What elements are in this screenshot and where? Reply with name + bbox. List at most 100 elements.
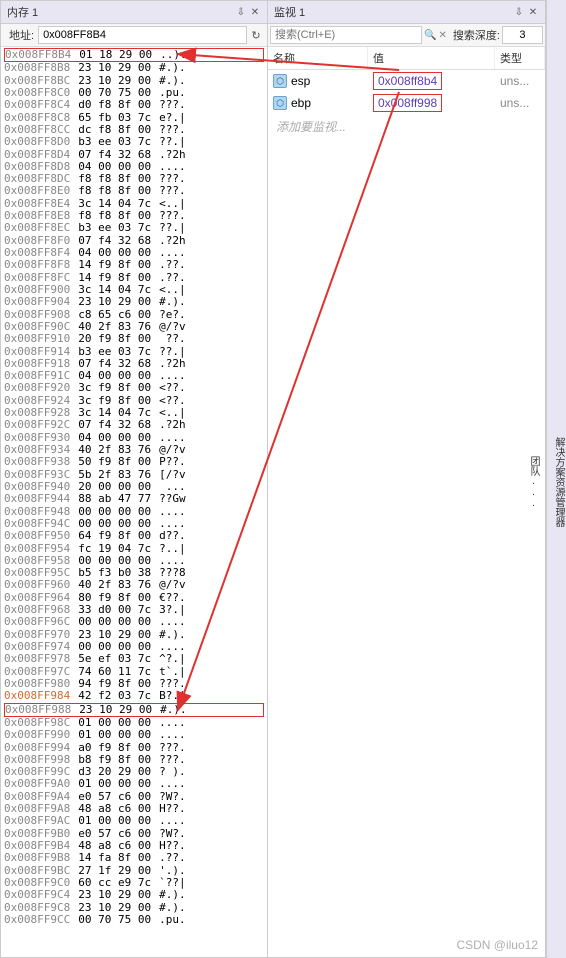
memory-ascii: ??.: [159, 333, 186, 345]
memory-address: 0x008FF8E0: [4, 185, 70, 197]
memory-ascii: .?2h: [159, 149, 186, 161]
memory-row[interactable]: 0x008FF91020 f9 8f 00 ??.: [4, 333, 264, 345]
watch-value: 0x008ff998: [373, 94, 442, 112]
memory-ascii: .??.: [159, 852, 186, 864]
memory-bytes: 01 00 00 00: [78, 815, 151, 827]
close-icon[interactable]: ✕: [527, 6, 539, 18]
memory-address: 0x008FF950: [4, 530, 70, 542]
memory-row[interactable]: 0x008FF9203c f9 8f 00<??.: [4, 382, 264, 394]
memory-panel: 内存 1 ⇩ ✕ 地址: ↻ 0x008FF8B401 18 29 00..).…: [0, 0, 268, 958]
depth-label: 搜索深度:: [449, 27, 500, 43]
memory-ascii: #.).: [159, 62, 186, 74]
col-header-value[interactable]: 值: [368, 47, 495, 69]
watch-search-input[interactable]: [270, 26, 422, 44]
memory-row[interactable]: 0x008FF95064 f9 8f 00d??.: [4, 530, 264, 542]
memory-row[interactable]: 0x008FF96C00 00 00 00....: [4, 616, 264, 628]
close-icon[interactable]: ✕: [249, 6, 261, 18]
memory-row[interactable]: 0x008FF8B401 18 29 00..).: [4, 48, 264, 62]
memory-row[interactable]: 0x008FF8B823 10 29 00#.).: [4, 62, 264, 74]
memory-address: 0x008FF938: [4, 456, 70, 468]
memory-row[interactable]: 0x008FF92C07 f4 32 68.?2h: [4, 419, 264, 431]
memory-address: 0x008FF8C4: [4, 99, 70, 111]
memory-row[interactable]: 0x008FF90423 10 29 00#.).: [4, 296, 264, 308]
memory-ascii: ?..|: [159, 543, 186, 555]
memory-row[interactable]: 0x008FF9CC00 70 75 00.pu.: [4, 914, 264, 926]
memory-ascii: .??.: [159, 259, 186, 271]
memory-row[interactable]: 0x008FF93850 f9 8f 00P??.: [4, 456, 264, 468]
memory-bytes: 88 ab 47 77: [78, 493, 151, 505]
refresh-icon[interactable]: ↻: [247, 29, 265, 42]
memory-row[interactable]: 0x008FF96040 2f 83 76@/?v: [4, 579, 264, 591]
side-tab-team[interactable]: 团队...: [526, 456, 541, 509]
memory-address: 0x008FF920: [4, 382, 70, 394]
memory-row[interactable]: 0x008FF98442 f2 03 7cB?.|: [4, 690, 264, 702]
memory-bytes: 01 18 29 00: [79, 49, 152, 61]
memory-ascii: ??Gw: [159, 493, 186, 505]
watch-rows: ⬡esp0x008ff8b4uns...⬡ebp0x008ff998uns...…: [268, 70, 545, 139]
memory-ascii: ....: [159, 778, 186, 790]
memory-panel-titlebar[interactable]: 内存 1 ⇩ ✕: [1, 1, 267, 24]
memory-row[interactable]: 0x008FF8E0f8 f8 8f 00???.: [4, 185, 264, 197]
memory-row[interactable]: 0x008FF8C4d0 f8 8f 00???.: [4, 99, 264, 111]
memory-row[interactable]: 0x008FF8D4 07 f4 32 68 .?2h: [4, 149, 264, 161]
watch-type: uns...: [495, 72, 545, 90]
pin-icon[interactable]: ⇩: [513, 6, 525, 18]
memory-bytes: 00 00 00 00: [78, 616, 151, 628]
search-icon[interactable]: 🔍: [424, 30, 436, 41]
memory-address: 0x008FF8D4: [4, 149, 70, 161]
memory-ascii: #.).: [160, 704, 187, 716]
memory-row[interactable]: 0x008FF9C423 10 29 00#.).: [4, 889, 264, 901]
watch-column-headers: 名称 值 类型: [268, 47, 545, 70]
depth-input[interactable]: [502, 26, 543, 44]
memory-ascii: B?.|: [159, 690, 186, 702]
memory-panel-title: 内存 1: [7, 4, 38, 20]
watch-name: esp: [291, 74, 310, 88]
memory-row[interactable]: 0x008FF8ECb3 ee 03 7c??.|: [4, 222, 264, 234]
memory-row[interactable]: 0x008FF99001 00 00 00....: [4, 729, 264, 741]
clear-icon[interactable]: ✕: [438, 30, 446, 41]
col-header-name[interactable]: 名称: [268, 47, 368, 69]
memory-row[interactable]: 0x008FF914b3 ee 03 7c??.|: [4, 346, 264, 358]
memory-row[interactable]: 0x008FF9785e ef 03 7c^?.|: [4, 653, 264, 665]
memory-bytes: b3 ee 03 7c: [78, 222, 151, 234]
memory-address: 0x008FF9AC: [4, 815, 70, 827]
memory-bytes: a0 f9 8f 00: [78, 742, 151, 754]
memory-ascii: ..).: [160, 49, 187, 61]
memory-address: 0x008FF994: [4, 742, 70, 754]
memory-row[interactable]: 0x008FF98823 10 29 00#.).: [4, 703, 264, 717]
memory-bytes: 07 f4 32 68: [78, 149, 151, 161]
watch-row[interactable]: ⬡esp0x008ff8b4uns...: [268, 70, 545, 92]
memory-address: 0x008FF8EC: [4, 222, 70, 234]
add-watch-placeholder[interactable]: 添加要监视...: [268, 114, 545, 139]
side-tabs[interactable]: 解决方案资源管理器 团队...: [546, 0, 566, 958]
memory-bytes: 00 70 75 00: [78, 914, 151, 926]
memory-row[interactable]: 0x008FF8F814 f9 8f 00.??.: [4, 259, 264, 271]
memory-bytes: b3 ee 03 7c: [78, 136, 151, 148]
memory-row[interactable]: 0x008FF9AC01 00 00 00....: [4, 815, 264, 827]
memory-row[interactable]: 0x008FF94488 ab 47 77??Gw: [4, 493, 264, 505]
memory-row[interactable]: 0x008FF9B814 fa 8f 00.??.: [4, 852, 264, 864]
memory-row[interactable]: 0x008FF994a0 f9 8f 00???.: [4, 742, 264, 754]
memory-ascii: d??.: [159, 530, 186, 542]
memory-row[interactable]: 0x008FF9A001 00 00 00....: [4, 778, 264, 790]
memory-bytes: 23 10 29 00: [78, 62, 151, 74]
memory-bytes: 23 10 29 00: [78, 296, 151, 308]
watch-row[interactable]: ⬡ebp0x008ff998uns...: [268, 92, 545, 114]
address-label: 地址:: [3, 27, 38, 43]
address-input[interactable]: [38, 26, 247, 44]
watch-value-cell: 0x008ff998: [368, 94, 495, 112]
memory-hex-view[interactable]: 0x008FF8B401 18 29 00..).0x008FF8B823 10…: [1, 47, 267, 957]
side-tab-solution[interactable]: 解决方案资源管理器: [551, 437, 566, 527]
memory-bytes: 14 fa 8f 00: [78, 852, 151, 864]
memory-row[interactable]: 0x008FF8D0b3 ee 03 7c??.|: [4, 136, 264, 148]
watch-type: uns...: [495, 94, 545, 112]
watch-panel-titlebar[interactable]: 监视 1 ⇩ ✕: [268, 1, 545, 24]
watch-search-bar: 🔍 ✕ 搜索深度:: [268, 24, 545, 47]
memory-address: 0x008FF904: [4, 296, 70, 308]
memory-bytes: 42 f2 03 7c: [78, 690, 151, 702]
memory-bytes: 14 f9 8f 00: [78, 259, 151, 271]
col-header-type[interactable]: 类型: [495, 47, 545, 69]
watermark: CSDN @iluo12: [456, 938, 538, 952]
pin-icon[interactable]: ⇩: [235, 6, 247, 18]
memory-row[interactable]: 0x008FF954fc 19 04 7c?..|: [4, 543, 264, 555]
